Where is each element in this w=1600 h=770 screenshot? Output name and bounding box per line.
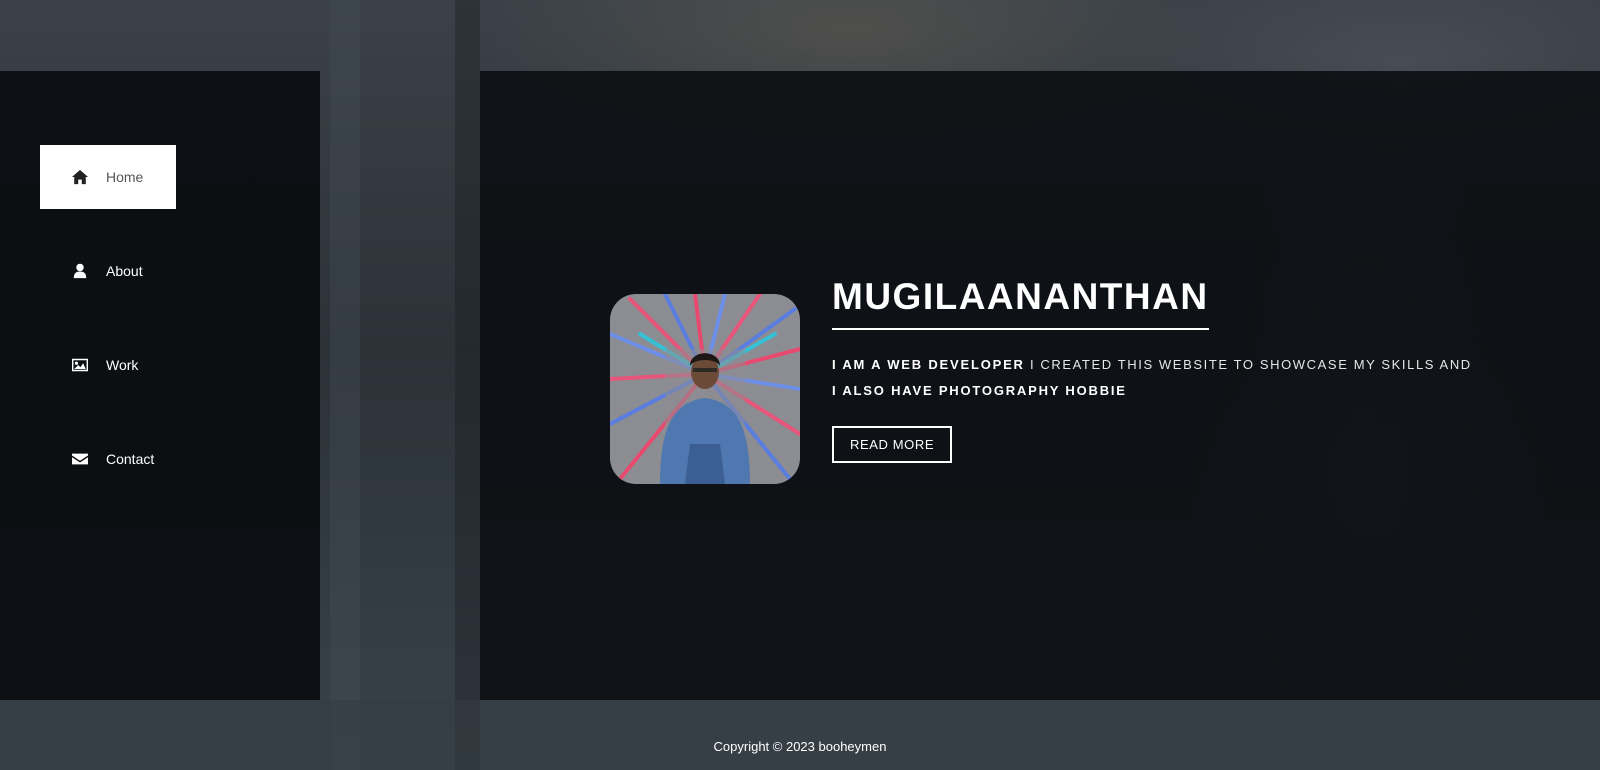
user-icon [70, 262, 90, 280]
tagline-role: I AM A WEB DEVELOPER [832, 357, 1025, 372]
main-nav: Home About Work Contact [40, 145, 176, 521]
nav-item-about[interactable]: About [40, 239, 176, 303]
copyright-text: Copyright © 2023 booheymen [713, 739, 887, 754]
tagline-hobby: I ALSO HAVE PHOTOGRAPHY HOBBIE [832, 383, 1127, 398]
profile-photo-image [610, 294, 800, 484]
sidebar: Home About Work Contact [0, 71, 320, 700]
image-icon [70, 356, 90, 374]
nav-item-home[interactable]: Home [40, 145, 176, 209]
tagline-text: I CREATED THIS WEBSITE TO SHOWCASE MY SK… [1024, 357, 1472, 372]
tagline: I AM A WEB DEVELOPER I CREATED THIS WEBS… [832, 352, 1472, 404]
intro: MUGILAANANTHAN I AM A WEB DEVELOPER I CR… [832, 276, 1472, 463]
nav-label-about: About [106, 263, 143, 279]
read-more-button[interactable]: READ MORE [832, 426, 953, 463]
hero-panel: MUGILAANANTHAN I AM A WEB DEVELOPER I CR… [480, 71, 1600, 700]
profile-photo [610, 294, 800, 484]
footer: Copyright © 2023 booheymen [0, 700, 1600, 770]
home-icon [70, 168, 90, 186]
nav-item-work[interactable]: Work [40, 333, 176, 397]
profile-name: MUGILAANANTHAN [832, 276, 1209, 330]
nav-label-home: Home [106, 169, 144, 185]
nav-item-contact[interactable]: Contact [40, 427, 176, 491]
nav-label-work: Work [106, 357, 139, 373]
nav-label-contact: Contact [106, 451, 155, 467]
envelope-icon [70, 450, 90, 468]
